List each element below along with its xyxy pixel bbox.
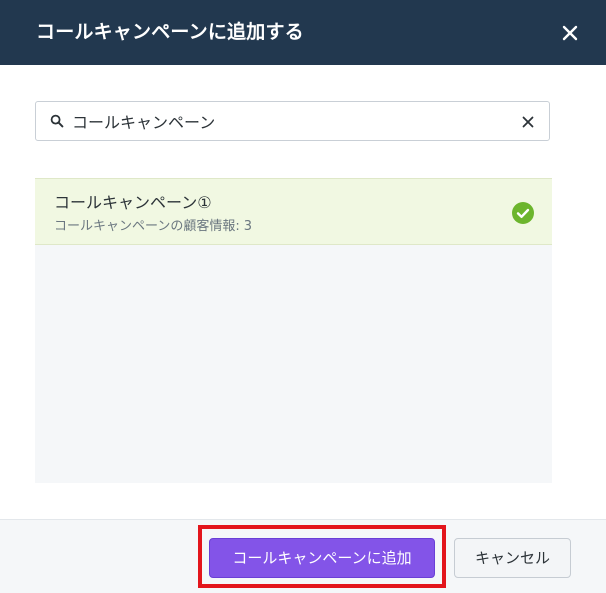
dialog-title: コールキャンペーンに追加する	[36, 21, 304, 43]
clear-search-icon[interactable]	[520, 114, 536, 130]
campaign-name: コールキャンペーン①	[54, 193, 212, 212]
check-circle-icon	[512, 202, 534, 224]
search-box	[35, 101, 550, 141]
close-icon	[562, 25, 578, 41]
customer-info-label: コールキャンペーンの顧客情報:	[54, 219, 240, 234]
campaign-customer-info: コールキャンペーンの顧客情報: 3	[54, 215, 252, 234]
search-input[interactable]	[72, 106, 512, 136]
add-to-call-campaign-dialog: コールキャンペーンに追加する コールキャンペーン① コールキャンペーンの顧客情報…	[0, 0, 606, 593]
add-to-call-campaign-button[interactable]: コールキャンペーンに追加	[209, 538, 435, 578]
campaign-result-list: コールキャンペーン① コールキャンペーンの顧客情報: 3	[35, 178, 552, 483]
close-button[interactable]	[556, 19, 584, 47]
cancel-button[interactable]: キャンセル	[454, 538, 571, 578]
list-item-campaign[interactable]: コールキャンペーン① コールキャンペーンの顧客情報: 3	[35, 178, 552, 245]
dialog-header: コールキャンペーンに追加する	[0, 0, 606, 65]
customer-info-count: 3	[243, 219, 253, 234]
search-icon	[50, 114, 64, 128]
